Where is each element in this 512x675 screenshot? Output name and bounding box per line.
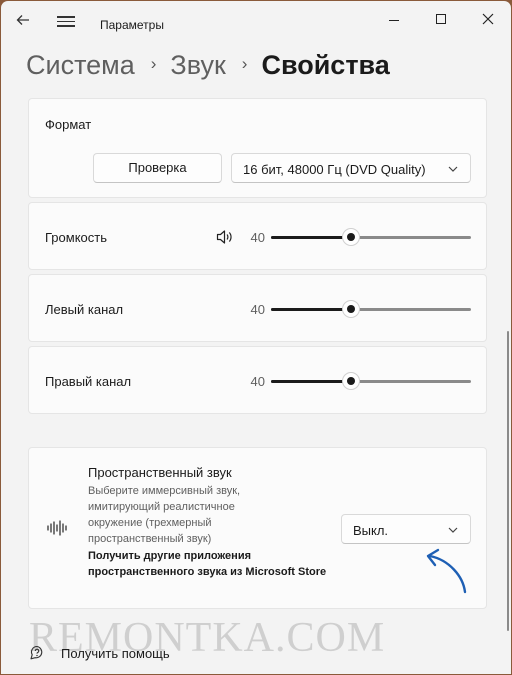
test-button[interactable]: Проверка (93, 153, 222, 183)
spatial-sound-title: Пространственный звук (88, 465, 232, 480)
spatial-sound-description: Выберите иммерсивный звук, имитирующий р… (88, 485, 241, 545)
right-channel-slider[interactable] (271, 371, 471, 391)
format-label: Формат (45, 117, 92, 132)
page-title: Свойства (261, 50, 390, 80)
settings-window: Параметры Система › Звук › Свойства Формат П… (1, 1, 511, 674)
window-title: Параметры (100, 18, 164, 32)
breadcrumb-sound[interactable]: Звук (170, 50, 225, 80)
spatial-sound-dropdown[interactable]: Выкл. (341, 514, 471, 544)
left-channel-slider[interactable] (271, 299, 471, 319)
slider-thumb[interactable] (342, 372, 360, 390)
scrollbar[interactable] (507, 331, 509, 631)
chevron-down-icon (448, 166, 458, 172)
left-channel-label: Левый канал (45, 302, 124, 317)
speaker-icon[interactable] (216, 229, 234, 245)
breadcrumb: Система › Звук › Свойства (26, 50, 390, 86)
format-dropdown-value: 16 бит, 48000 Гц (DVD Quality) (243, 162, 426, 177)
back-arrow-icon[interactable] (11, 13, 35, 33)
left-channel-card: Левый канал 40 (28, 274, 487, 342)
format-card: Формат Проверка 16 бит, 48000 Гц (DVD Qu… (28, 98, 487, 198)
minimize-icon[interactable] (379, 9, 409, 31)
slider-fill (271, 380, 351, 383)
sound-wave-icon (47, 520, 67, 536)
volume-value: 40 (250, 230, 265, 245)
right-channel-label: Правый канал (45, 374, 132, 389)
help-label: Получить помощь (61, 646, 170, 661)
spatial-sound-value: Выкл. (353, 523, 389, 538)
maximize-icon[interactable] (426, 9, 456, 31)
left-channel-value: 40 (250, 302, 265, 317)
title-bar: Параметры (1, 1, 511, 41)
format-dropdown[interactable]: 16 бит, 48000 Гц (DVD Quality) (231, 153, 471, 183)
volume-slider[interactable] (271, 227, 471, 247)
right-channel-card: Правый канал 40 (28, 346, 487, 414)
store-link[interactable]: Получить другие приложения пространствен… (88, 548, 328, 580)
chevron-down-icon (448, 527, 458, 533)
slider-fill (271, 308, 351, 311)
volume-card: Громкость 40 (28, 202, 487, 270)
close-icon[interactable] (473, 9, 503, 31)
breadcrumb-system[interactable]: Система (26, 50, 135, 80)
right-channel-value: 40 (250, 374, 265, 389)
help-icon (30, 645, 43, 660)
breadcrumb-separator: › (150, 53, 157, 73)
spatial-sound-card: Пространственный звук Выберите иммерсивн… (28, 447, 487, 609)
volume-label: Громкость (45, 230, 107, 245)
slider-thumb[interactable] (342, 228, 360, 246)
slider-thumb[interactable] (342, 300, 360, 318)
annotation-arrow-icon (426, 548, 467, 594)
breadcrumb-separator: › (241, 53, 248, 73)
slider-fill (271, 236, 351, 239)
hamburger-icon[interactable] (57, 13, 75, 33)
